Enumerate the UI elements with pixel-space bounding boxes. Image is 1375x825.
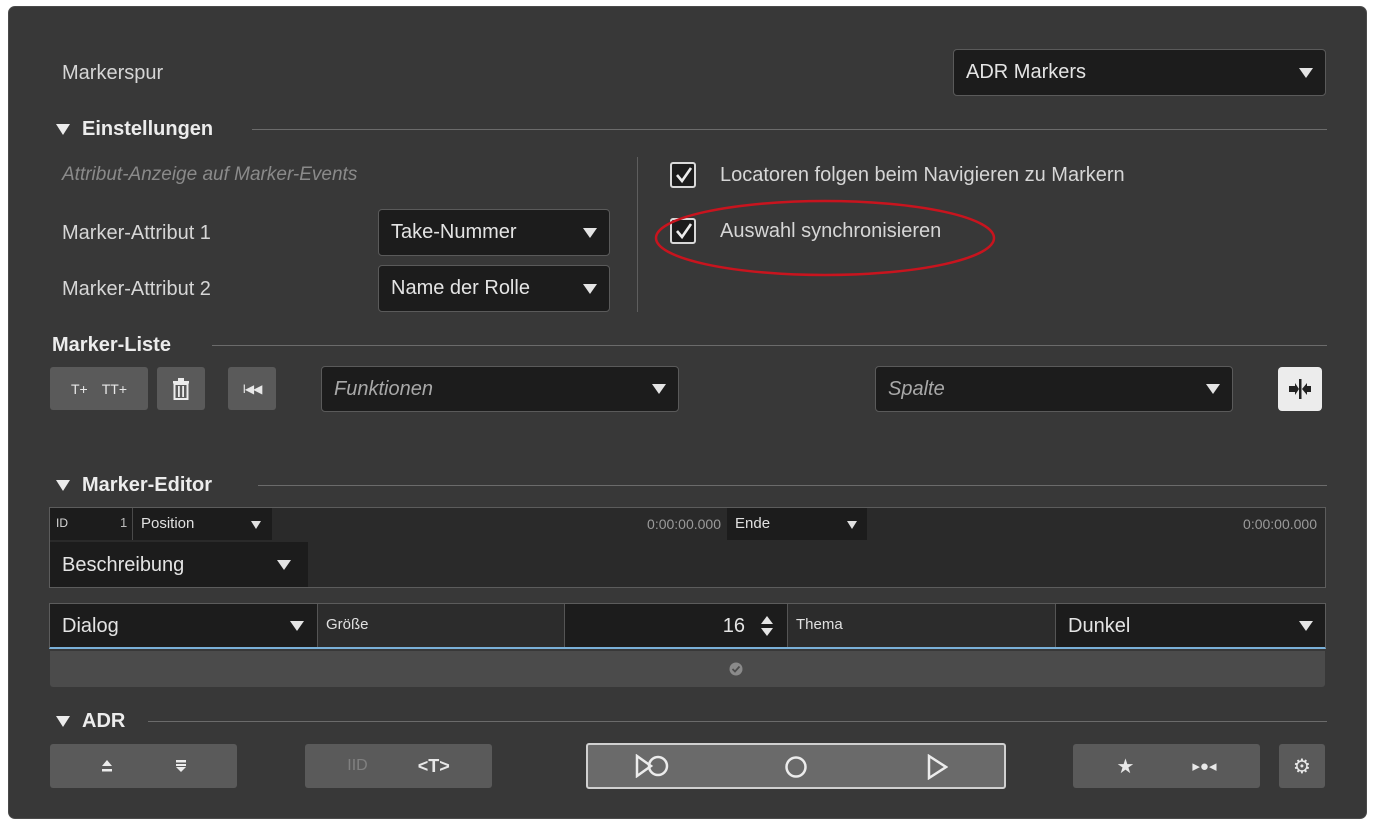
rehearse-icon[interactable] [634,754,670,778]
end-label: Ende [735,515,771,532]
gear-icon: ⚙ [1293,755,1311,778]
previous-take-icon[interactable]: IID [347,757,367,775]
attribute-display-heading: Attribut-Anzeige auf Marker-Events [62,164,358,185]
gather-markers-icon[interactable]: ▸●◂ [1192,757,1216,775]
theme-label-cell: Thema [787,604,1055,647]
chevron-down-icon [1206,384,1220,394]
chevron-down-icon [583,283,597,294]
move-up-icon[interactable] [101,759,113,773]
marker-attribute-1-dropdown[interactable]: Take-Nummer [378,209,610,256]
stepper-up-down-icon[interactable] [760,615,774,637]
delete-marker-button[interactable] [157,367,205,410]
play-icon[interactable] [926,754,948,780]
functions-placeholder: Funktionen [334,377,433,400]
size-value: 16 [722,615,745,637]
position-label: Position [141,515,195,532]
add-multiple-markers-icon[interactable]: TT+ [102,381,127,397]
position-value-field[interactable]: 0:00:00.000 [272,508,727,540]
section-divider [258,485,1327,486]
end-value: 0:00:00.000 [1243,516,1317,532]
section-divider [212,345,1327,346]
star-icon[interactable]: ★ [1116,754,1134,779]
marker-attribute-2-value: Name der Rolle [391,277,530,299]
id-value: 1 [120,515,128,530]
theme-value: Dunkel [1068,615,1131,637]
functions-dropdown[interactable]: Funktionen [321,366,679,412]
record-icon[interactable] [784,755,808,779]
chevron-down-icon [652,384,666,394]
id-cell: ID 1 [50,508,132,540]
column-dropdown[interactable]: Spalte [875,366,1233,412]
checkmark-icon [676,167,693,184]
end-dropdown[interactable]: Ende [727,508,867,540]
section-settings-title: Einstellungen [82,118,214,140]
marker-attribute-2-label: Marker-Attribut 2 [62,278,211,300]
apply-bar[interactable] [50,651,1325,687]
description-dropdown[interactable]: Beschreibung [50,542,308,587]
highlight-ellipse [654,199,996,277]
size-stepper[interactable]: 16 [564,604,787,647]
chevron-down-icon [1299,67,1313,78]
theme-label: Thema [796,616,843,633]
position-value: 0:00:00.000 [647,516,721,532]
move-down-icon[interactable] [175,759,187,773]
chevron-down-icon [277,560,291,570]
chevron-down-icon [847,521,857,529]
move-marker-buttons[interactable] [50,744,237,788]
marker-attribute-1-value: Take-Nummer [391,221,517,243]
locators-follow-label: Locatoren folgen beim Navigieren zu Mark… [720,164,1125,186]
go-to-first-marker-button[interactable]: I◀◀ [228,367,276,410]
marker-attribute-1-label: Marker-Attribut 1 [62,222,211,244]
confirm-check-icon[interactable] [729,662,743,676]
add-marker-icon[interactable]: T+ [71,381,88,397]
section-adr-toggle[interactable]: ADR [56,710,125,733]
marker-attribute-2-dropdown[interactable]: Name der Rolle [378,265,610,312]
locators-follow-checkbox[interactable] [670,162,696,188]
add-marker-buttons[interactable]: T+ TT+ [50,367,148,410]
size-label-cell: Größe [317,604,564,647]
marker-track-dropdown[interactable]: ADR Markers [953,49,1326,96]
collapse-triangle-icon [56,480,70,491]
position-dropdown[interactable]: Position [132,508,272,540]
collapse-triangle-icon [56,124,70,135]
section-adr-title: ADR [82,710,126,732]
section-marker-list-title: Marker-Liste [52,334,171,357]
vertical-divider [637,157,638,312]
marker-list-title: Marker-Liste [52,334,171,356]
description-label: Beschreibung [62,554,185,576]
section-settings-toggle[interactable]: Einstellungen [56,118,213,141]
section-divider [252,129,1327,130]
trash-icon [173,377,189,400]
theme-dropdown[interactable]: Dunkel [1055,604,1325,647]
chevron-down-icon [1299,621,1313,631]
marker-track-value: ADR Markers [966,61,1087,83]
section-divider [148,721,1327,722]
marker-tools-buttons[interactable]: ★ ▸●◂ [1073,744,1260,788]
column-settings-button[interactable] [1278,367,1322,411]
collapse-triangle-icon [56,716,70,727]
adr-transport [586,743,1006,789]
size-label: Größe [326,616,369,633]
marker-track-label: Markerspur [62,62,164,84]
split-icon[interactable]: <T> [418,756,450,777]
adr-settings-button[interactable]: ⚙ [1279,744,1325,788]
column-placeholder: Spalte [888,377,945,400]
section-marker-editor-toggle[interactable]: Marker-Editor [56,474,212,497]
adr-nav-buttons[interactable]: IID <T> [305,744,492,788]
chevron-down-icon [251,521,261,529]
chevron-down-icon [290,621,304,631]
end-value-field[interactable]: 0:00:00.000 [867,508,1325,540]
column-insert-icon [1289,379,1311,399]
font-value: Dialog [62,615,119,637]
section-marker-editor-title: Marker-Editor [82,474,213,496]
font-dropdown[interactable]: Dialog [50,604,317,647]
id-label: ID [56,516,68,530]
skip-back-icon: I◀◀ [242,381,263,396]
chevron-down-icon [583,227,597,238]
